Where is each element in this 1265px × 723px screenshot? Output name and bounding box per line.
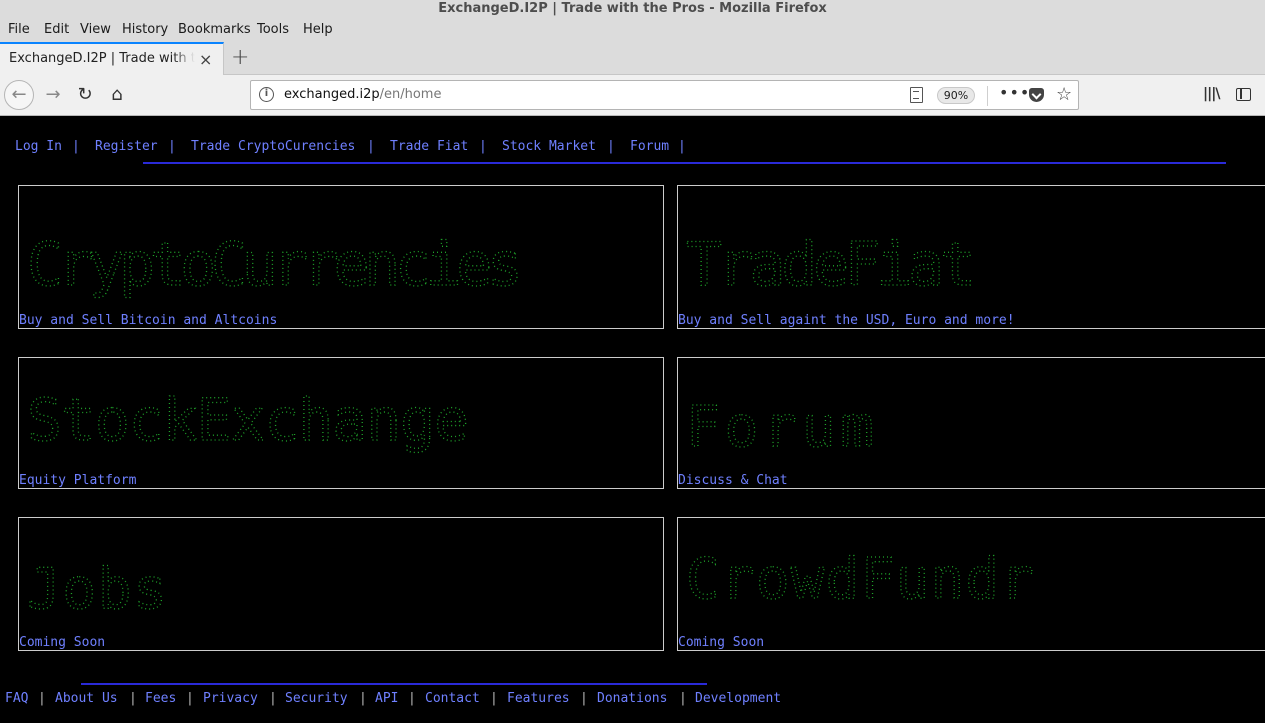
stock-card[interactable]: StockExchange Equity Platform [18, 357, 664, 489]
forum-ascii-art: Forum [685, 394, 874, 456]
fiat-caption[interactable]: Buy and Sell againt the USD, Euro and mo… [678, 313, 1015, 328]
browser-chrome: ExchangeD.I2P | Trade with the Pros - Mo… [0, 0, 1265, 116]
back-arrow-icon[interactable]: ← [4, 80, 34, 110]
stock-ascii-art: StockExchange [26, 385, 469, 454]
url-bar[interactable]: i exchanged.i2p/en/home 90% ••• ☆ [250, 80, 1079, 110]
info-icon[interactable]: i [259, 87, 274, 102]
footer-separator: | [186, 691, 194, 706]
menu-help[interactable]: Help [303, 22, 333, 37]
window-title: ExchangeD.I2P | Trade with the Pros - Mo… [438, 1, 827, 16]
footer-separator: | [38, 691, 46, 706]
tab-title: ExchangeD.I2P | Trade with the Pros [9, 51, 195, 66]
page-content: Log In | Register | Trade CryptoCurencie… [0, 116, 1265, 723]
tab-active[interactable]: ExchangeD.I2P | Trade with the Pros × [0, 42, 224, 75]
forum-caption[interactable]: Discuss & Chat [678, 473, 788, 488]
crowdfundr-ascii-art: CrowdFundr [685, 546, 1034, 612]
crowdfundr-art-text: CrowdFundr [686, 547, 1034, 612]
menu-history[interactable]: History [122, 22, 168, 37]
stock-caption[interactable]: Equity Platform [19, 473, 136, 488]
footer-separator: | [129, 691, 137, 706]
footer-divider [81, 683, 707, 685]
crypto-card[interactable]: CryptoCurrencies Buy and Sell Bitcoin an… [18, 185, 664, 329]
footer-separator: | [408, 691, 416, 706]
page-actions-icon[interactable]: ••• [999, 83, 1030, 102]
url-host: exchanged.i2p [284, 87, 380, 102]
nav-forum-link[interactable]: Forum [630, 139, 669, 154]
url-text[interactable]: exchanged.i2p/en/home [284, 87, 441, 102]
stock-art-text: StockExchange [27, 386, 469, 454]
footer-fees-link[interactable]: Fees [145, 691, 176, 706]
crypto-art-text: CryptoCurrencies [27, 230, 523, 300]
sidebar-icon[interactable] [1236, 88, 1251, 101]
footer-security-link[interactable]: Security [285, 691, 348, 706]
nav-separator: | [72, 139, 80, 154]
nav-separator: | [607, 139, 615, 154]
nav-separator: | [678, 139, 686, 154]
jobs-art-text: Jobs [27, 557, 167, 618]
bookmark-star-icon[interactable]: ☆ [1056, 84, 1072, 105]
nav-separator: | [367, 139, 375, 154]
pocket-icon[interactable] [1029, 88, 1044, 102]
library-icon[interactable]: |||\ [1203, 86, 1220, 102]
footer-development-link[interactable]: Development [695, 691, 781, 706]
crypto-caption[interactable]: Buy and Sell Bitcoin and Altcoins [19, 313, 277, 328]
close-icon[interactable]: × [199, 50, 212, 69]
nav-separator: | [479, 139, 487, 154]
reload-icon[interactable]: ↻ [72, 83, 98, 107]
nav-login-link[interactable]: Log In [15, 139, 62, 154]
footer-faq-link[interactable]: FAQ [5, 691, 28, 706]
nav-register-link[interactable]: Register [95, 139, 158, 154]
tab-strip: ExchangeD.I2P | Trade with the Pros × + [0, 42, 1265, 75]
fiat-art-text: TradeFiat [686, 230, 976, 300]
jobs-caption[interactable]: Coming Soon [19, 635, 105, 650]
navigation-toolbar: ← → ↻ ⌂ i exchanged.i2p/en/home 90% ••• … [0, 75, 1265, 116]
footer-contact-link[interactable]: Contact [425, 691, 480, 706]
home-icon[interactable]: ⌂ [104, 83, 130, 107]
footer-donations-link[interactable]: Donations [597, 691, 667, 706]
footer-separator: | [580, 691, 588, 706]
menu-tools[interactable]: Tools [257, 22, 289, 37]
nav-trade-fiat-link[interactable]: Trade Fiat [390, 139, 468, 154]
zoom-level-badge[interactable]: 90% [937, 87, 975, 104]
footer-separator: | [490, 691, 498, 706]
crowdfundr-caption[interactable]: Coming Soon [678, 635, 764, 650]
footer-separator: | [359, 691, 367, 706]
forum-art-text: Forum [686, 395, 874, 456]
url-path: /en/home [379, 87, 442, 102]
jobs-ascii-art: Jobs [26, 556, 167, 618]
fiat-ascii-art: TradeFiat [685, 229, 976, 300]
crypto-ascii-art: CryptoCurrencies [26, 229, 523, 300]
forward-arrow-icon[interactable]: → [40, 83, 66, 107]
footer-features-link[interactable]: Features [507, 691, 570, 706]
crowdfundr-card[interactable]: CrowdFundr Coming Soon [677, 517, 1265, 651]
menu-edit[interactable]: Edit [44, 22, 69, 37]
footer-separator: | [679, 691, 687, 706]
reader-view-icon[interactable] [910, 87, 923, 103]
menu-bookmarks[interactable]: Bookmarks [178, 22, 251, 37]
nav-trade-crypto-link[interactable]: Trade CryptoCurencies [191, 139, 355, 154]
footer-api-link[interactable]: API [375, 691, 398, 706]
nav-separator: | [168, 139, 176, 154]
nav-stock-market-link[interactable]: Stock Market [502, 139, 596, 154]
jobs-card[interactable]: Jobs Coming Soon [18, 517, 664, 651]
footer-privacy-link[interactable]: Privacy [203, 691, 258, 706]
footer-about-link[interactable]: About Us [55, 691, 118, 706]
new-tab-button[interactable]: + [231, 45, 249, 70]
fiat-card[interactable]: TradeFiat Buy and Sell againt the USD, E… [677, 185, 1265, 329]
menu-view[interactable]: View [80, 22, 111, 37]
forum-card[interactable]: Forum Discuss & Chat [677, 357, 1265, 489]
url-bar-divider [987, 86, 988, 106]
nav-divider [143, 162, 1226, 164]
footer-separator: | [269, 691, 277, 706]
menu-file[interactable]: File [8, 22, 30, 37]
